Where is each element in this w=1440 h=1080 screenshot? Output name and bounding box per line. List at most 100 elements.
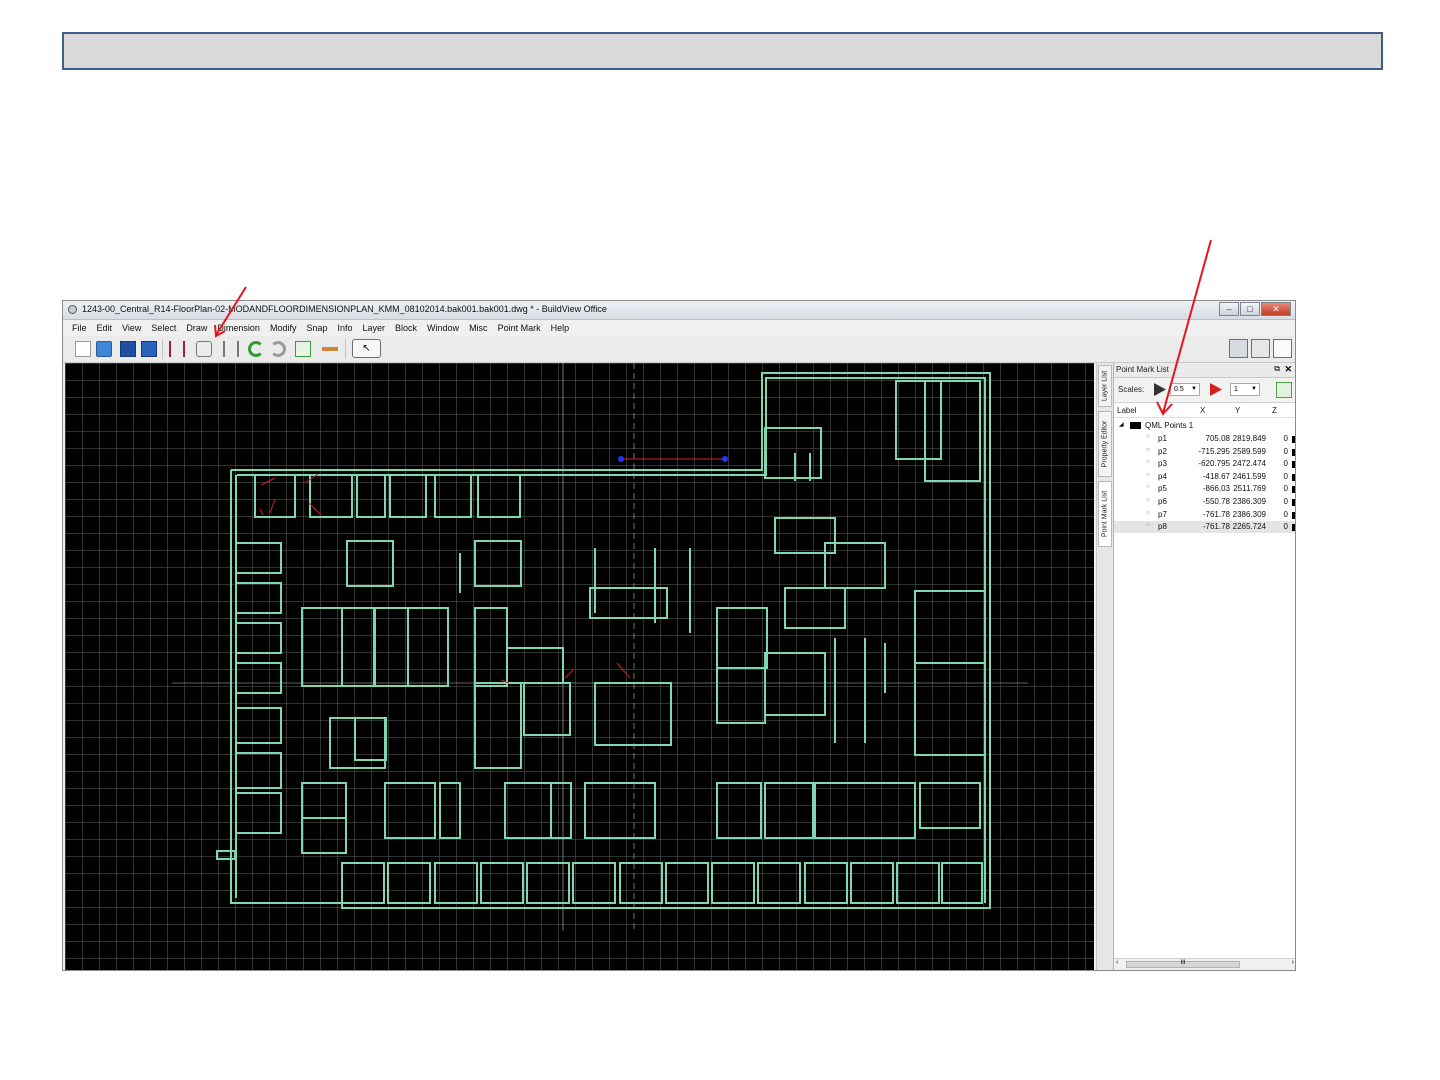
menu-modify[interactable]: Modify [265,321,302,335]
tree-group-row[interactable]: ◢ QML Points 1 [1114,420,1295,432]
scroll-left-icon[interactable]: ‹ [1116,959,1118,966]
point-x: -761.78 [1202,509,1230,519]
point-color-swatch [1292,436,1295,443]
point-row[interactable]: ○ p7 -761.78 2386.309 0 [1114,509,1295,521]
open-folder-icon[interactable] [96,341,112,357]
point-marker-icon: ○ [1146,446,1150,453]
panel-title-bar: Point Mark List ⧉ ✕ [1114,363,1295,378]
point-x: -550.78 [1202,497,1230,506]
point-z: 0 [1283,434,1288,443]
toolbar: ↖ [63,336,1295,363]
pointer-icon[interactable]: ↖ [352,339,381,358]
group-color-swatch [1130,422,1141,429]
minimize-button[interactable]: – [1219,302,1239,316]
point-z: 0 [1283,471,1288,481]
point-mark-list-panel: Point Mark List ⧉ ✕ Scales: 0.5 ▼ 1 ▼ Labe… [1113,363,1295,970]
point-z: 0 [1283,497,1288,506]
side-tab-strip: Layer List Property Editor Point Mark Li… [1096,363,1113,970]
point-y: 2472.474 [1232,459,1266,469]
menu-window[interactable]: Window [422,321,464,335]
measure-icon[interactable] [322,347,338,351]
dimension-icon[interactable] [169,341,185,357]
tab-layer-list[interactable]: Layer List [1098,365,1112,407]
point-marker-icon: ○ [1146,434,1150,440]
undo-icon[interactable] [248,341,264,357]
save-icon[interactable] [120,341,136,357]
point-row[interactable]: ○ p2 -715.295 2589.599 0 [1114,446,1295,458]
menu-select[interactable]: Select [146,321,181,335]
point-y: 2461.599 [1232,471,1266,481]
panel-close-icon[interactable]: ✕ [1284,364,1292,375]
slide-title-banner [62,32,1383,70]
title-bar: 1243-00_Central_R14-FloorPlan-02-MODANDF… [63,301,1295,320]
point-row[interactable]: ○ p5 -866.03 2511.769 0 [1114,483,1295,495]
point-marker-icon: ○ [1146,459,1150,466]
menu-help[interactable]: Help [546,321,575,335]
layout-1-icon[interactable] [1229,339,1248,358]
point-x: -620.795 [1198,459,1230,469]
panel-title: Point Mark List [1116,365,1169,374]
window-title: 1243-00_Central_R14-FloorPlan-02-MODANDF… [82,304,607,314]
scale-1-select[interactable]: 0.5 ▼ [1170,383,1200,396]
new-icon[interactable] [75,341,91,357]
menu-misc[interactable]: Misc [464,321,493,335]
app-icon [68,305,77,314]
scale-marker-icon [1154,383,1166,396]
point-y: 2386.309 [1232,509,1266,519]
point-row[interactable]: ○ p8 -761.78 2265.724 0 [1114,521,1295,534]
menu-bar: File Edit View Select Draw Dimension Mod… [67,321,574,335]
menu-file[interactable]: File [67,321,92,335]
scroll-right-icon[interactable]: › [1292,959,1294,966]
point-label: p8 [1158,522,1167,532]
point-label: p4 [1158,471,1167,481]
col-z[interactable]: Z [1272,406,1277,415]
point-row[interactable]: ○ p6 -550.78 2386.309 0 [1114,496,1295,508]
menu-draw[interactable]: Draw [181,321,212,335]
menu-dimension[interactable]: Dimension [212,321,265,335]
tab-point-mark-list[interactable]: Point Mark List [1098,481,1112,547]
point-color-swatch [1292,499,1295,506]
layout-2-icon[interactable] [1251,339,1270,358]
save-as-icon[interactable] [141,341,157,357]
tab-property-editor-label: Property Editor [1101,420,1109,468]
layout-3-icon[interactable] [1273,339,1292,358]
point-x: -866.03 [1202,484,1230,494]
tab-property-editor[interactable]: Property Editor [1098,411,1112,477]
scale-1-value: 0.5 [1174,386,1184,393]
scroll-thumb[interactable]: III [1126,960,1240,968]
scales-bar: Scales: 0.5 ▼ 1 ▼ [1114,378,1295,403]
export-icon[interactable] [295,341,311,357]
point-marker-icon: ○ [1146,484,1150,491]
maximize-button[interactable]: □ [1240,302,1260,316]
menu-point-mark[interactable]: Point Mark [493,321,546,335]
drawing-canvas[interactable] [65,363,1094,970]
horizontal-scrollbar[interactable]: ‹ III › [1114,958,1295,970]
menu-info[interactable]: Info [333,321,358,335]
point-mark-icon[interactable] [196,341,212,357]
close-button[interactable]: ✕ [1261,302,1291,316]
scale-2-select[interactable]: 1 ▼ [1230,383,1260,396]
point-z: 0 [1283,509,1288,519]
export-points-icon[interactable] [1276,382,1292,398]
dimension-2-icon[interactable] [223,341,239,357]
scale-marker-red-icon [1210,383,1222,396]
point-row[interactable]: ○ p3 -620.795 2472.474 0 [1114,458,1295,470]
menu-layer[interactable]: Layer [358,321,391,335]
point-y: 2589.599 [1232,446,1266,456]
point-x: -715.295 [1198,446,1230,456]
col-label[interactable]: Label [1117,406,1137,415]
col-y[interactable]: Y [1235,406,1240,415]
col-x[interactable]: X [1200,406,1205,415]
collapse-icon[interactable]: ◢ [1119,421,1124,428]
point-color-swatch [1292,448,1295,456]
menu-edit[interactable]: Edit [92,321,118,335]
undock-icon[interactable]: ⧉ [1274,364,1280,374]
point-z: 0 [1283,459,1288,469]
menu-block[interactable]: Block [390,321,422,335]
menu-snap[interactable]: Snap [301,321,332,335]
redo-icon[interactable] [270,341,286,357]
scales-label: Scales: [1118,385,1145,394]
point-row[interactable]: ○ p1 705.08 2819.849 0 [1114,433,1295,445]
menu-view[interactable]: View [117,321,146,335]
point-row[interactable]: ○ p4 -418.67 2461.599 0 [1114,471,1295,483]
